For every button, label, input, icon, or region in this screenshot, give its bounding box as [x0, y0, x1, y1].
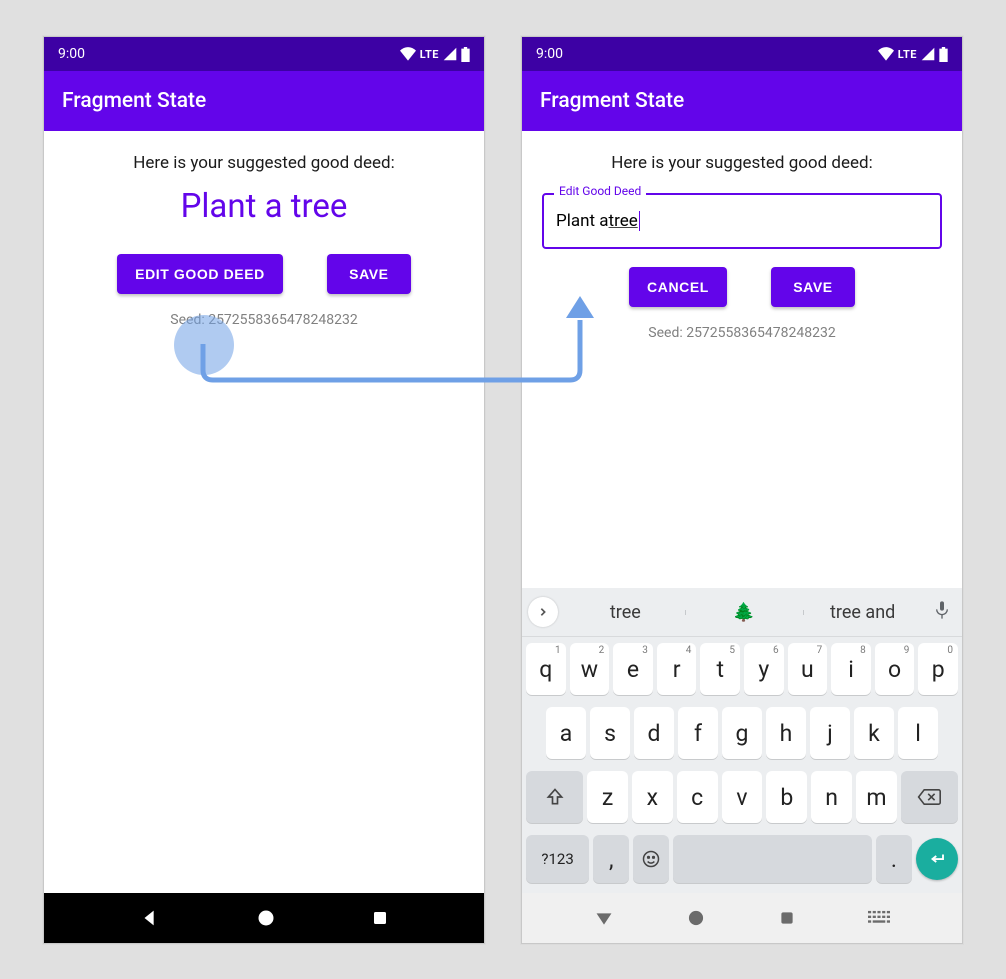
nav-back-icon[interactable]	[139, 907, 161, 929]
key-n[interactable]: n	[811, 771, 852, 823]
text-cursor	[639, 211, 641, 231]
save-button[interactable]: SAVE	[771, 267, 855, 307]
key-r[interactable]: r4	[657, 643, 697, 695]
key-y[interactable]: y6	[744, 643, 784, 695]
key-e[interactable]: e3	[613, 643, 653, 695]
keyboard-row-3: zxcvbnm	[522, 765, 962, 829]
signal-icon	[921, 47, 935, 61]
app-bar: Fragment State	[522, 71, 962, 131]
key-q[interactable]: q1	[526, 643, 566, 695]
nav-home-icon[interactable]	[686, 908, 706, 928]
key-p[interactable]: p0	[918, 643, 958, 695]
button-row: EDIT GOOD DEED SAVE	[58, 254, 470, 294]
key-x[interactable]: x	[632, 771, 673, 823]
save-button[interactable]: SAVE	[327, 254, 411, 294]
soft-keyboard: tree 🌲 tree and q1w2e3r4t5y6u7i8o9p0 asd…	[522, 588, 962, 893]
subheading: Here is your suggested good deed:	[536, 153, 948, 173]
key-a[interactable]: a	[546, 707, 586, 759]
key-o[interactable]: o9	[875, 643, 915, 695]
status-bar: 9:00 LTE	[522, 37, 962, 71]
signal-icon	[443, 47, 457, 61]
nav-bar	[44, 893, 484, 943]
suggestion-1[interactable]: tree	[566, 602, 685, 623]
key-u[interactable]: u7	[788, 643, 828, 695]
network-label: LTE	[420, 48, 439, 61]
phone-right: 9:00 LTE Fragment State Here is your sug…	[521, 36, 963, 944]
status-time: 9:00	[536, 46, 563, 62]
network-label: LTE	[898, 48, 917, 61]
field-value-prefix: Plant a	[556, 211, 609, 232]
keyboard-row-1: q1w2e3r4t5y6u7i8o9p0	[522, 637, 962, 701]
field-label: Edit Good Deed	[554, 184, 646, 198]
field-value-underlined: tree	[609, 211, 638, 232]
nav-back-icon[interactable]	[594, 908, 614, 928]
symbols-key[interactable]: ?123	[526, 835, 589, 883]
comma-key[interactable]: ,	[593, 835, 629, 883]
key-g[interactable]: g	[722, 707, 762, 759]
content-left: Here is your suggested good deed: Plant …	[44, 131, 484, 328]
key-d[interactable]: d	[634, 707, 674, 759]
key-w[interactable]: w2	[570, 643, 610, 695]
key-z[interactable]: z	[587, 771, 628, 823]
comparison-stage: 9:00 LTE Fragment State Here is your sug…	[0, 0, 1006, 979]
subheading: Here is your suggested good deed:	[58, 153, 470, 173]
status-time: 9:00	[58, 46, 85, 62]
suggestion-3[interactable]: tree and	[803, 602, 922, 623]
content-right: Here is your suggested good deed: Edit G…	[522, 131, 962, 341]
key-m[interactable]: m	[856, 771, 897, 823]
key-t[interactable]: t5	[700, 643, 740, 695]
edit-deed-field[interactable]: Edit Good Deed Plant a tree	[542, 193, 942, 249]
phone-left: 9:00 LTE Fragment State Here is your sug…	[43, 36, 485, 944]
suggestion-bar: tree 🌲 tree and	[522, 588, 962, 637]
nav-home-icon[interactable]	[256, 908, 276, 928]
key-l[interactable]: l	[898, 707, 938, 759]
nav-recent-icon[interactable]	[778, 909, 796, 927]
suggestion-2[interactable]: 🌲	[685, 602, 804, 623]
nav-recent-icon[interactable]	[371, 909, 389, 927]
space-key[interactable]	[673, 835, 872, 883]
key-h[interactable]: h	[766, 707, 806, 759]
expand-suggestions-button[interactable]	[528, 597, 558, 627]
wifi-icon	[878, 47, 894, 61]
edit-good-deed-button[interactable]: EDIT GOOD DEED	[117, 254, 283, 294]
status-bar: 9:00 LTE	[44, 37, 484, 71]
shift-key[interactable]	[526, 771, 583, 823]
key-b[interactable]: b	[766, 771, 807, 823]
wifi-icon	[400, 47, 416, 61]
keyboard-row-4: ?123 , .	[522, 829, 962, 893]
backspace-key[interactable]	[901, 771, 958, 823]
keyboard-row-2: asdfghjkl	[522, 701, 962, 765]
cancel-button[interactable]: CANCEL	[629, 267, 727, 307]
deed-text: Plant a tree	[58, 187, 470, 226]
edit-deed-input[interactable]: Plant a tree	[542, 193, 942, 249]
emoji-key[interactable]	[633, 835, 669, 883]
app-title: Fragment State	[540, 89, 684, 113]
status-icons: LTE	[878, 47, 948, 62]
period-key[interactable]: .	[876, 835, 912, 883]
battery-icon	[939, 47, 948, 62]
nav-bar	[522, 893, 962, 943]
status-icons: LTE	[400, 47, 470, 62]
app-bar: Fragment State	[44, 71, 484, 131]
seed-text: Seed: 2572558365478248232	[536, 325, 948, 341]
key-c[interactable]: c	[677, 771, 718, 823]
key-j[interactable]: j	[810, 707, 850, 759]
mic-icon[interactable]	[922, 600, 962, 625]
key-k[interactable]: k	[854, 707, 894, 759]
key-s[interactable]: s	[590, 707, 630, 759]
key-v[interactable]: v	[722, 771, 763, 823]
button-row: CANCEL SAVE	[536, 267, 948, 307]
battery-icon	[461, 47, 470, 62]
key-i[interactable]: i8	[831, 643, 871, 695]
app-title: Fragment State	[62, 89, 206, 113]
enter-key[interactable]	[916, 838, 958, 880]
seed-text: Seed: 2572558365478248232	[58, 312, 470, 328]
key-f[interactable]: f	[678, 707, 718, 759]
keyboard-switch-icon[interactable]	[868, 910, 890, 926]
